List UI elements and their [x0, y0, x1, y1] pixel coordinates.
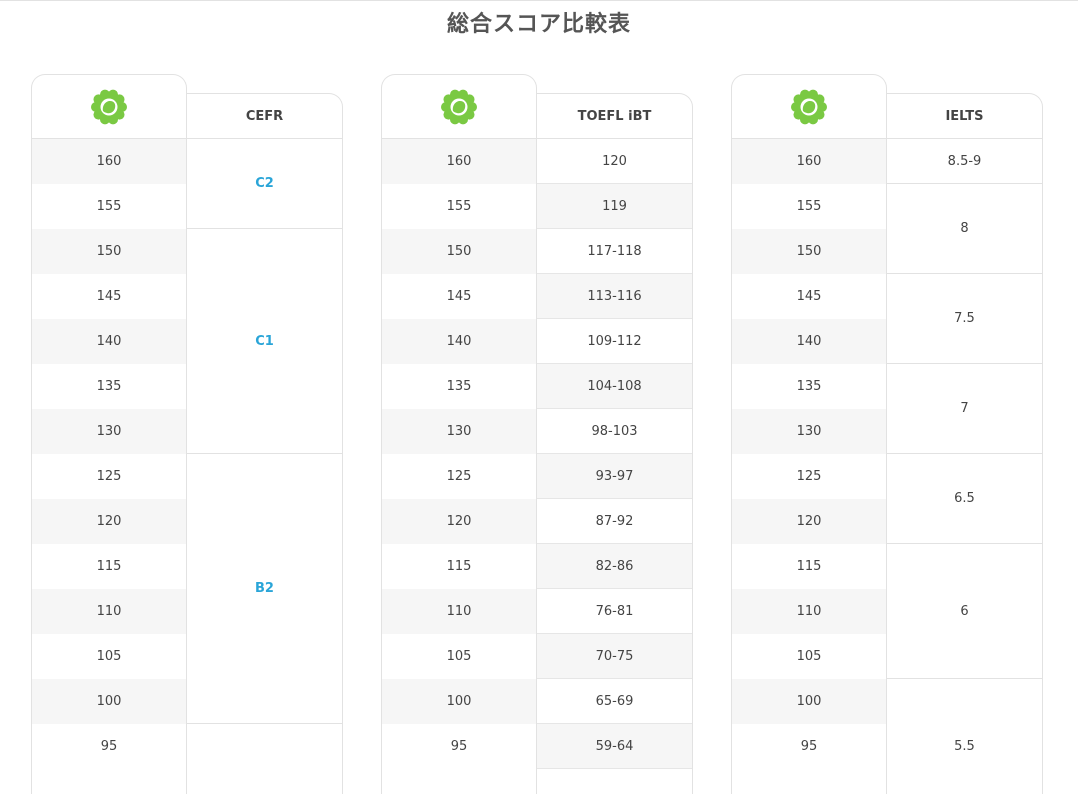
- score-cell: 115: [446, 559, 472, 574]
- column-header: TOEFL iBT: [537, 94, 692, 139]
- toefl-score-cell: 117-118: [537, 229, 692, 274]
- column-header: CEFR: [187, 94, 342, 139]
- green-flower-logo-icon: [791, 89, 827, 124]
- score-cell: 140: [382, 319, 536, 364]
- comparison-column: IELTS 8.5-9 8 7.5 7 6.5 6 5.5: [887, 93, 1043, 794]
- score-cell: 135: [446, 379, 472, 394]
- toefl-score-cell: 76-81: [537, 589, 692, 634]
- green-flower-logo-icon: [441, 89, 477, 124]
- score-cell: 95: [450, 739, 468, 754]
- score-cell: 150: [732, 229, 886, 274]
- score-cell: 125: [96, 469, 122, 484]
- score-cell: 140: [732, 319, 886, 364]
- toefl-score-cell: 59-64: [537, 724, 692, 769]
- toefl-score-cell: 82-86: [537, 544, 692, 589]
- toefl-comparison-table: 160 155 150 145 140 135 130 125 120 115 110 105 100 9…: [381, 74, 693, 794]
- score-cell: 160: [32, 139, 186, 184]
- score-cell: 130: [32, 409, 186, 454]
- score-cell: 140: [32, 319, 186, 364]
- score-cell: 160: [732, 139, 886, 184]
- toefl-score-cell: 120: [537, 139, 692, 184]
- green-flower-logo-icon: [91, 89, 127, 124]
- score-cell: 115: [96, 559, 122, 574]
- cefr-comparison-table: 160 155 150 145 140 135 130 125 120 115 110 105 100 9…: [31, 74, 343, 794]
- ielts-band-cell: 8.5-9: [887, 139, 1042, 184]
- score-cell: 150: [382, 229, 536, 274]
- toefl-score-cell: 119: [537, 184, 692, 229]
- toefl-score-cell: 98-103: [537, 409, 692, 454]
- score-cell: 105: [796, 649, 822, 664]
- score-cell: 120: [732, 499, 886, 544]
- score-cell: 125: [796, 469, 822, 484]
- ielts-comparison-table: 160 155 150 145 140 135 130 125 120 115 110 105 100 9…: [731, 74, 1043, 794]
- score-cell: 120: [382, 499, 536, 544]
- ielts-band-cell: 5.5: [887, 679, 1042, 794]
- column-header: IELTS: [887, 94, 1042, 139]
- top-divider: [0, 0, 1078, 1]
- ielts-band-cell: 7: [887, 364, 1042, 454]
- toefl-score-cell: 87-92: [537, 499, 692, 544]
- score-cell: 155: [796, 199, 822, 214]
- score-cell: 155: [446, 199, 472, 214]
- cefr-level-cell: C2: [187, 139, 342, 229]
- comparison-column: CEFR C2 C1 B2: [187, 93, 343, 794]
- cefr-level-cell: B2: [187, 454, 342, 724]
- score-cell: 95: [100, 739, 118, 754]
- score-cell: 110: [32, 589, 186, 634]
- score-cell: 160: [382, 139, 536, 184]
- logo-header-cell: [32, 75, 186, 139]
- score-cell: 145: [796, 289, 822, 304]
- score-cell: 110: [382, 589, 536, 634]
- score-cell: 150: [32, 229, 186, 274]
- ielts-band-cell: 7.5: [887, 274, 1042, 364]
- score-cell: 110: [732, 589, 886, 634]
- ielts-band-cell: 6: [887, 544, 1042, 679]
- cefr-level-cell: [187, 724, 342, 794]
- score-cell: 105: [96, 649, 122, 664]
- score-cell: 145: [446, 289, 472, 304]
- score-cell: 155: [96, 199, 122, 214]
- score-column: 160 155 150 145 140 135 130 125 120 115 110 105 100 9…: [731, 74, 887, 794]
- ielts-band-cell: 8: [887, 184, 1042, 274]
- score-cell: 95: [800, 739, 818, 754]
- score-cell: 135: [796, 379, 822, 394]
- toefl-score-cell: 65-69: [537, 679, 692, 724]
- score-cell: 115: [796, 559, 822, 574]
- score-column: 160 155 150 145 140 135 130 125 120 115 110 105 100 9…: [381, 74, 537, 794]
- toefl-score-cell: 109-112: [537, 319, 692, 364]
- score-cell: 145: [96, 289, 122, 304]
- score-cell: 100: [382, 679, 536, 724]
- cefr-level-cell: C1: [187, 229, 342, 454]
- score-column: 160 155 150 145 140 135 130 125 120 115 110 105 100 9…: [31, 74, 187, 794]
- score-cell: 105: [446, 649, 472, 664]
- logo-header-cell: [732, 75, 886, 139]
- page-title: 総合スコア比較表: [446, 12, 631, 37]
- score-cell: 100: [32, 679, 186, 724]
- score-cell: 130: [732, 409, 886, 454]
- score-cell: 120: [32, 499, 186, 544]
- score-cell: 100: [732, 679, 886, 724]
- score-cell: 130: [382, 409, 536, 454]
- comparison-column: TOEFL iBT 120 119 117-118 113-116 109-112 104-…: [537, 93, 693, 794]
- toefl-score-cell: 104-108: [537, 364, 692, 409]
- score-cell: 125: [446, 469, 472, 484]
- toefl-score-cell: 93-97: [537, 454, 692, 499]
- toefl-score-cell: 70-75: [537, 634, 692, 679]
- toefl-score-cell: 113-116: [537, 274, 692, 319]
- logo-header-cell: [382, 75, 536, 139]
- score-cell: 135: [96, 379, 122, 394]
- ielts-band-cell: 6.5: [887, 454, 1042, 544]
